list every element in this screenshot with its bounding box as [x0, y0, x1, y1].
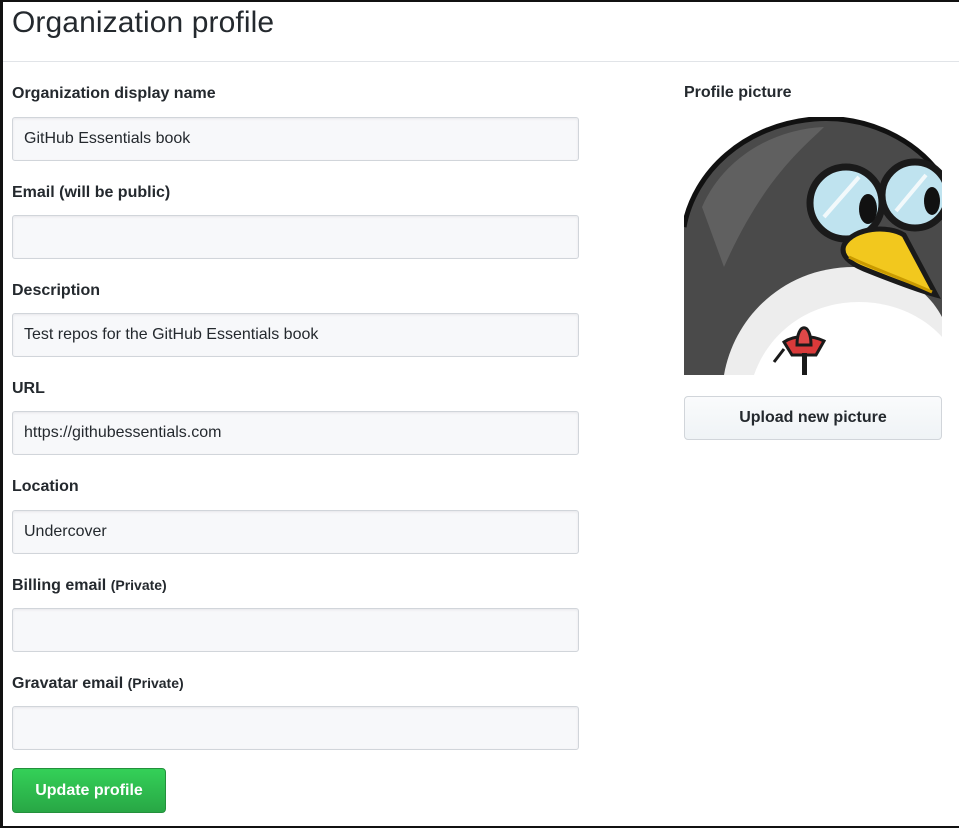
description-input[interactable] — [12, 313, 579, 357]
gravatar-email-private-note: (Private) — [127, 675, 184, 691]
email-label: Email (will be public) — [12, 184, 170, 202]
profile-picture-label: Profile picture — [684, 84, 792, 101]
title-divider — [3, 61, 959, 62]
billing-email-label-text: Billing email — [12, 577, 107, 594]
gravatar-email-label-text: Gravatar email — [12, 675, 124, 692]
gravatar-email-input[interactable] — [12, 706, 579, 750]
email-label-text: Email (will be public) — [12, 184, 171, 201]
location-label: Location — [12, 478, 79, 496]
url-label-text: URL — [12, 380, 45, 397]
page-title: Organization profile — [12, 6, 275, 39]
display-name-input[interactable] — [12, 117, 579, 161]
email-input[interactable] — [12, 215, 579, 259]
billing-email-label: Billing email (Private) — [12, 577, 167, 595]
display-name-label-text: Organization display name — [12, 85, 216, 102]
url-label: URL — [12, 380, 45, 398]
display-name-label: Organization display name — [12, 85, 216, 103]
gravatar-email-label: Gravatar email (Private) — [12, 675, 184, 693]
update-profile-button[interactable]: Update profile — [12, 768, 166, 813]
upload-new-picture-button[interactable]: Upload new picture — [684, 396, 942, 440]
description-label: Description — [12, 282, 100, 300]
billing-email-private-note: (Private) — [110, 577, 167, 593]
location-label-text: Location — [12, 478, 79, 495]
url-input[interactable] — [12, 411, 579, 455]
penguin-avatar-icon — [684, 117, 942, 375]
billing-email-input[interactable] — [12, 608, 579, 652]
description-label-text: Description — [12, 282, 101, 299]
location-input[interactable] — [12, 510, 579, 554]
